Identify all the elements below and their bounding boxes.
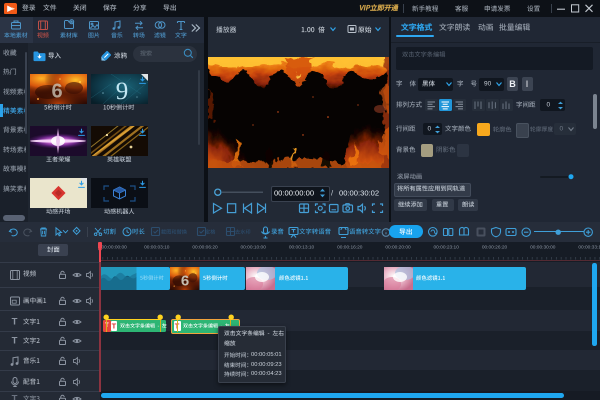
svg-text:9: 9 [115,78,128,104]
svg-text:6: 6 [181,272,189,289]
svg-text:6: 6 [51,80,62,102]
